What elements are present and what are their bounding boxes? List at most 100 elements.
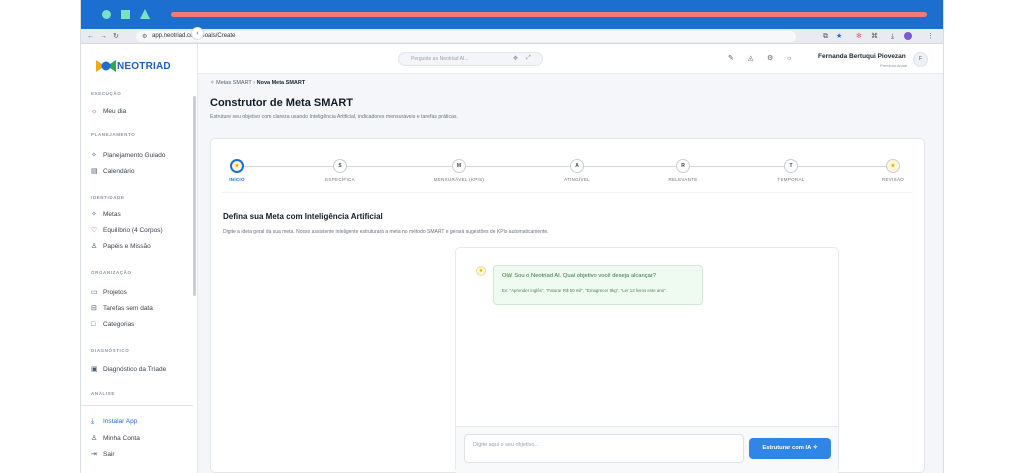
microphone-icon[interactable]: ✥ bbox=[513, 55, 518, 62]
translate-icon[interactable]: ✎ bbox=[728, 54, 734, 63]
sparkle-icon: ✧ bbox=[210, 80, 215, 86]
forward-icon[interactable]: → bbox=[100, 32, 107, 41]
breadcrumb-current: Nova Meta SMART bbox=[256, 80, 306, 86]
ask-ai-search-input[interactable]: Pergunte ao Neotriad AI... ✥ ⤢ bbox=[398, 52, 543, 66]
logout-icon: ⇥ bbox=[91, 451, 97, 458]
section-title-execucao: EXECUÇÃO bbox=[91, 91, 122, 96]
section-title-analise: ANÁLISE bbox=[91, 391, 115, 396]
browser-toolbar: ← → ↻ ⚙ app.neotriad.com/Goals/Create ⧉ … bbox=[81, 29, 943, 44]
heart-icon: ♡ bbox=[91, 227, 98, 234]
square-icon bbox=[121, 10, 130, 19]
site-settings-icon[interactable]: ⚙ bbox=[142, 33, 147, 40]
sidebar-scrollbar[interactable] bbox=[193, 96, 196, 296]
step-label-especifica: ESPECÍFICA bbox=[325, 177, 355, 182]
sidebar-item-tarefas-sem-data[interactable]: ⊟ Tarefas sem data bbox=[91, 303, 191, 314]
section-description: Digite a ideia geral da sua meta. Nosso … bbox=[223, 229, 549, 235]
collapse-sidebar-button[interactable]: ‹ bbox=[191, 27, 204, 40]
os-title-bar-line bbox=[171, 12, 927, 17]
triangle-icon bbox=[140, 9, 150, 19]
sidebar-item-calendario[interactable]: ▤ Calendário bbox=[91, 166, 191, 177]
card-divider bbox=[222, 192, 912, 193]
section-title-organizacao: ORGANIZAÇÃO bbox=[91, 270, 132, 275]
sparkle-icon: ✧ bbox=[91, 211, 97, 218]
step-label-inicio: INÍCIO bbox=[229, 177, 245, 182]
sidebar-item-planejamento-guiado[interactable]: ✧ Planejamento Guiado bbox=[91, 150, 191, 161]
step-label-temporal: TEMPORAL bbox=[777, 177, 805, 182]
neotriad-logo-icon bbox=[96, 60, 116, 72]
step-label-atingivel: ATINGÍVEL bbox=[564, 177, 590, 182]
step-mensuravel[interactable]: M bbox=[452, 159, 466, 173]
submit-label: Estruturar com IA bbox=[762, 445, 812, 451]
user-name[interactable]: Fernanda Bertuqui Piovezan bbox=[818, 53, 906, 60]
step-inicio[interactable]: ★ bbox=[230, 159, 244, 173]
sidebar-item-minha-conta[interactable]: ♙ Minha Conta bbox=[91, 433, 191, 444]
sidebar-item-sair[interactable]: ⇥ Sair bbox=[91, 449, 191, 460]
logo[interactable]: NEOTRIAD bbox=[95, 58, 185, 74]
bot-message-text: Olá! Sou o Neotriad AI. Qual objetivo vo… bbox=[502, 273, 657, 279]
sidebar-item-diagnostico-triade[interactable]: ▣ Diagnóstico da Tríade bbox=[91, 364, 191, 375]
sidebar-item-meu-dia[interactable]: ☼ Meu dia bbox=[91, 106, 191, 117]
sidebar-item-instalar-app[interactable]: ⤓ Instalar App bbox=[91, 416, 191, 427]
sidebar-item-label: Minha Conta bbox=[103, 435, 140, 442]
inbox-icon: ⊟ bbox=[91, 305, 97, 312]
breadcrumb-parent[interactable]: Metas SMART bbox=[216, 80, 252, 86]
square-icon: □ bbox=[91, 321, 96, 328]
chevron-left-icon: ‹ bbox=[196, 30, 199, 37]
sidebar-item-label: Instalar App bbox=[103, 418, 138, 425]
bell-icon[interactable]: ◬ bbox=[748, 54, 753, 63]
calendar-icon: ▤ bbox=[91, 168, 98, 175]
breadcrumb: ✧ Metas SMART › Nova Meta SMART bbox=[210, 80, 305, 86]
page-title: Construtor de Meta SMART bbox=[210, 97, 353, 109]
step-especifica[interactable]: S bbox=[333, 159, 347, 173]
sidebar-item-equilibrio[interactable]: ♡ Equilíbrio (4 Corpos) bbox=[91, 225, 191, 236]
ask-ai-placeholder: Pergunte ao Neotriad AI... bbox=[411, 56, 469, 62]
expand-icon[interactable]: ⤢ bbox=[526, 55, 531, 62]
app-window: ← → ↻ ⚙ app.neotriad.com/Goals/Create ⧉ … bbox=[80, 0, 944, 473]
theme-sun-icon[interactable]: ☼ bbox=[786, 54, 792, 63]
step-label-revisao: REVISÃO bbox=[881, 177, 905, 182]
sidebar-item-papeis-missao[interactable]: ♙ Papéis e Missão bbox=[91, 241, 191, 252]
extension-icon[interactable]: ✻ bbox=[856, 32, 862, 41]
sidebar-item-label: Sair bbox=[103, 451, 115, 458]
bookmark-star-icon[interactable]: ★ bbox=[836, 32, 842, 41]
page-subtitle: Estruture seu objetivo com clareza usand… bbox=[210, 114, 458, 120]
bot-avatar-star-icon: ★ bbox=[476, 266, 486, 276]
profile-icon[interactable] bbox=[904, 32, 912, 40]
section-title-planejamento: PLANEJAMENTO bbox=[91, 132, 136, 137]
brain-icon[interactable]: ⚙ bbox=[767, 54, 773, 63]
logo-text: NEOTRIAD bbox=[117, 61, 171, 72]
back-icon[interactable]: ← bbox=[87, 32, 94, 41]
sidebar-divider bbox=[81, 405, 193, 406]
sidebar-item-label: Planejamento Guiado bbox=[103, 152, 166, 159]
folder-icon: ▭ bbox=[91, 289, 98, 296]
section-title-diagnostico: DIAGNÓSTICO bbox=[91, 348, 130, 353]
reload-icon[interactable]: ↻ bbox=[113, 32, 119, 41]
goal-input[interactable]: Digite aqui o seu objetivo... bbox=[464, 434, 744, 463]
sidebar: NEOTRIAD EXECUÇÃO ☼ Meu dia PLANEJAMENTO … bbox=[81, 44, 198, 473]
structure-with-ai-button[interactable]: Estruturar com IA ✧ bbox=[749, 438, 831, 459]
clipboard-icon: ▣ bbox=[91, 366, 98, 373]
extensions-puzzle-icon[interactable]: ⌘ bbox=[871, 32, 878, 41]
section-title-identidade: IDENTIDADE bbox=[91, 195, 125, 200]
top-header: Pergunte ao Neotriad AI... ✥ ⤢ ✎ ◬ ⚙ ☼ F… bbox=[198, 44, 943, 74]
step-temporal[interactable]: T bbox=[784, 159, 798, 173]
sidebar-item-projetos[interactable]: ▭ Projetos bbox=[91, 287, 191, 298]
sidebar-item-label: Meu dia bbox=[103, 108, 127, 115]
sidebar-item-categorias[interactable]: □ Categorias bbox=[91, 319, 191, 330]
sidebar-item-label: Calendário bbox=[103, 168, 135, 175]
os-top-bar bbox=[81, 0, 943, 29]
address-bar[interactable]: ⚙ app.neotriad.com/Goals/Create bbox=[136, 31, 796, 42]
section-heading: Defina sua Meta com Inteligência Artific… bbox=[223, 212, 383, 221]
step-revisao[interactable]: ★ bbox=[886, 159, 900, 173]
step-label-mensuravel: MENSURÁVEL (KPIS) bbox=[433, 177, 485, 182]
browser-menu-icon[interactable]: ⋮ bbox=[927, 32, 934, 41]
install-app-icon[interactable]: ⧉ bbox=[823, 32, 828, 41]
sidebar-item-metas[interactable]: ✧ Metas bbox=[91, 209, 191, 220]
download-icon: ⤓ bbox=[91, 418, 95, 425]
avatar[interactable]: F bbox=[913, 52, 928, 67]
step-atingivel[interactable]: A bbox=[570, 159, 584, 173]
people-icon: ♙ bbox=[91, 243, 98, 250]
breadcrumb-separator: › bbox=[253, 80, 256, 86]
download-icon[interactable]: ⤓ bbox=[891, 32, 894, 41]
step-relevante[interactable]: R bbox=[676, 159, 690, 173]
